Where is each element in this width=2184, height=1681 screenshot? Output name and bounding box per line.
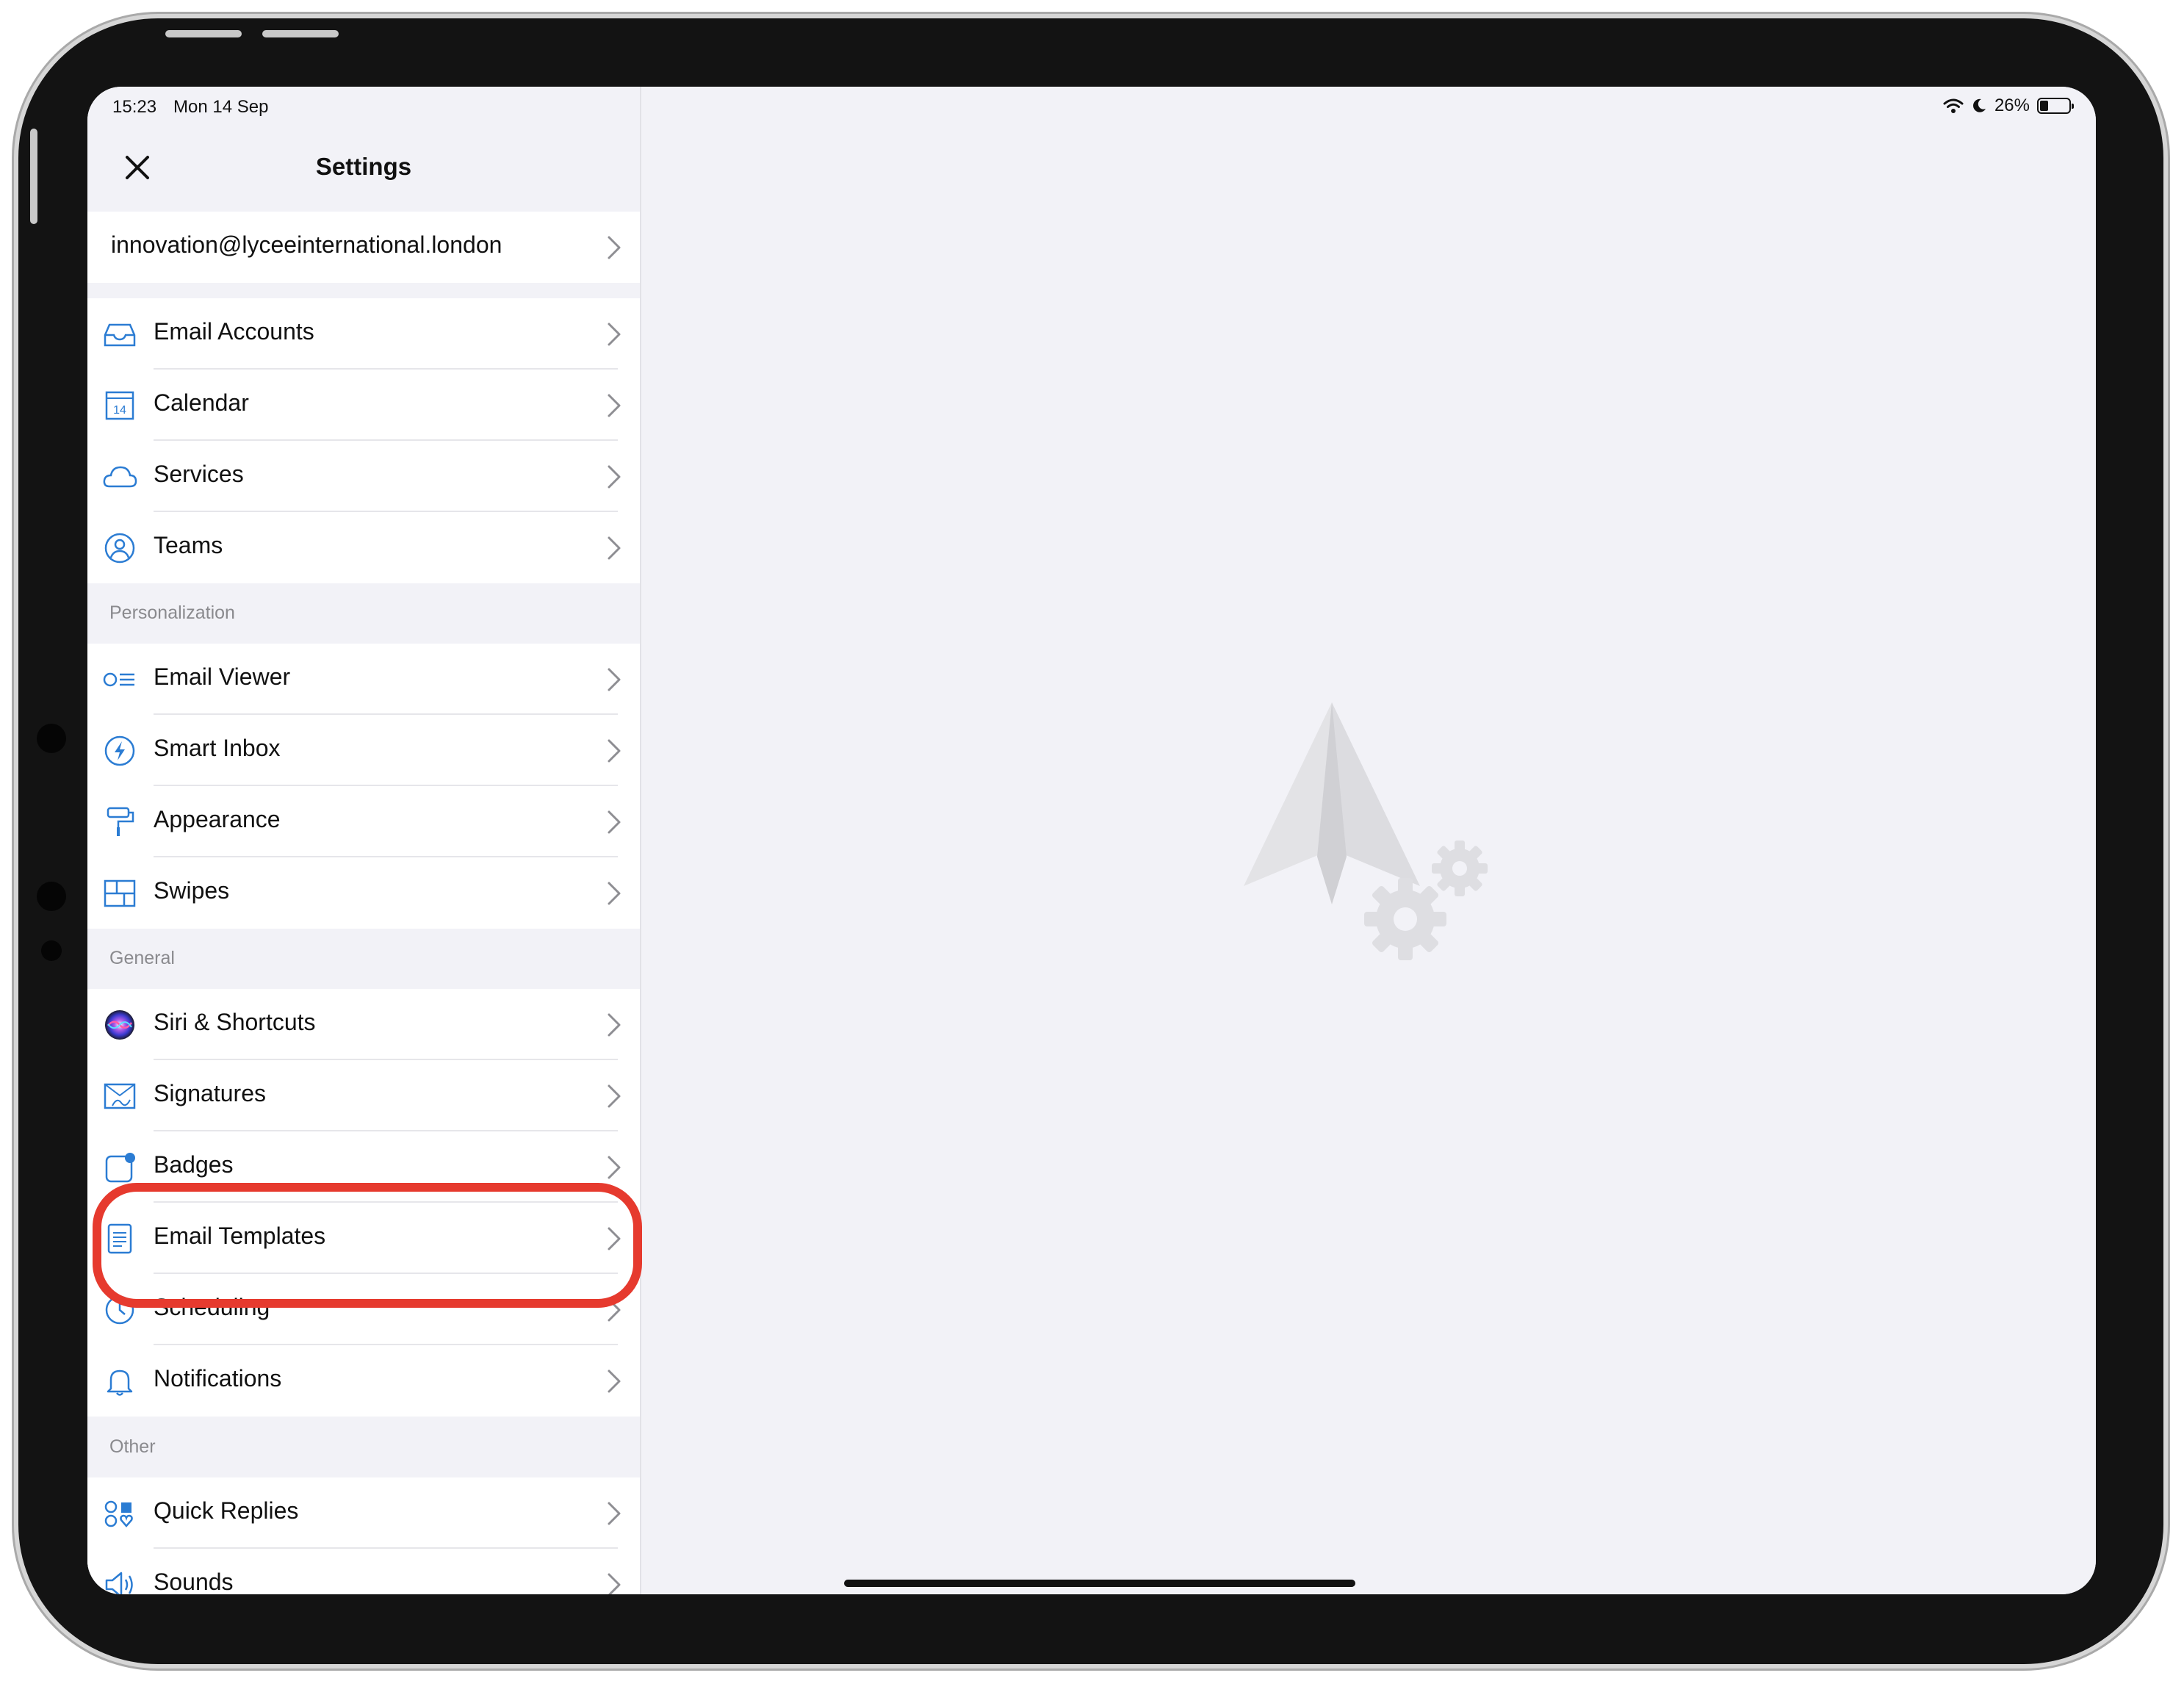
battery-percent: 26% — [1994, 96, 2030, 115]
chevron-right-icon — [608, 236, 621, 259]
settings-row-appearance[interactable]: Appearance — [87, 786, 640, 857]
row-label: Quick Replies — [154, 1497, 299, 1524]
chevron-right-icon — [608, 1369, 621, 1393]
section-header-other: Other — [109, 1436, 156, 1457]
account-email: innovation@lyceeinternational.london — [111, 231, 502, 258]
page-title: Settings — [315, 153, 412, 180]
account-row[interactable]: innovation@lyceeinternational.london — [87, 212, 640, 283]
bolt-icon — [104, 735, 135, 766]
bell-icon — [107, 1369, 133, 1396]
navigation-bar: Settings — [87, 131, 640, 204]
moon-icon — [1973, 98, 1986, 112]
chevron-right-icon — [608, 1013, 621, 1037]
highlight-annotation — [93, 1183, 642, 1308]
person-circle-icon — [104, 533, 135, 564]
camera-dot — [37, 882, 66, 911]
row-label: Swipes — [154, 877, 230, 904]
battery-icon — [2037, 98, 2074, 114]
row-label: Smart Inbox — [154, 735, 281, 761]
home-indicator[interactable] — [844, 1580, 1355, 1587]
chevron-right-icon — [608, 739, 621, 763]
row-label: Email Viewer — [154, 663, 291, 690]
row-label: Appearance — [154, 806, 281, 832]
chevron-right-icon — [608, 1156, 621, 1179]
status-bar: 15:23 Mon 14 Sep 26% — [87, 87, 2096, 131]
chevron-right-icon — [608, 882, 621, 905]
detail-pane — [641, 87, 2096, 1594]
chevron-right-icon — [608, 810, 621, 834]
row-label: Email Accounts — [154, 318, 314, 345]
list-icon — [103, 672, 134, 687]
wifi-icon — [1943, 98, 1964, 113]
settings-row-notifications[interactable]: Notifications — [87, 1345, 640, 1417]
siri-icon — [105, 1010, 134, 1040]
badge-icon — [105, 1153, 135, 1183]
screen: 15:23 Mon 14 Sep 26% Settings innovation… — [87, 87, 2096, 1594]
chevron-right-icon — [608, 394, 621, 417]
chevron-right-icon — [608, 1573, 621, 1594]
chevron-right-icon — [608, 1502, 621, 1525]
section-header-general: General — [109, 948, 175, 968]
chevron-right-icon — [608, 668, 621, 691]
settings-row-quick-replies[interactable]: Quick Replies — [87, 1477, 640, 1549]
row-label: Badges — [154, 1151, 234, 1178]
status-time: 15:23 — [112, 97, 157, 117]
camera-dot — [37, 724, 66, 753]
row-label: Siri & Shortcuts — [154, 1009, 316, 1035]
cloud-icon — [103, 466, 137, 488]
chevron-right-icon — [608, 465, 621, 489]
settings-row-siri-shortcuts[interactable]: Siri & Shortcuts — [87, 989, 640, 1060]
power-button — [30, 129, 37, 224]
row-label: Teams — [154, 532, 223, 558]
settings-row-services[interactable]: Services — [87, 441, 640, 512]
paint-roller-icon — [107, 807, 134, 836]
volume-button — [262, 30, 339, 37]
row-label: Sounds — [154, 1569, 234, 1594]
calendar-icon-day: 14 — [113, 404, 126, 417]
inbox-tray-icon — [104, 323, 136, 347]
swipes-icon — [104, 879, 136, 907]
chevron-right-icon — [608, 536, 621, 560]
row-label: Services — [154, 461, 244, 487]
speaker-icon — [105, 1572, 133, 1594]
row-label: Signatures — [154, 1080, 266, 1106]
settings-row-email-accounts[interactable]: Email Accounts — [87, 298, 640, 370]
row-label: Notifications — [154, 1365, 282, 1392]
paper-plane-gears-icon — [1244, 702, 1488, 960]
volume-button — [165, 30, 242, 37]
row-label: Calendar — [154, 389, 249, 416]
settings-row-swipes[interactable]: Swipes — [87, 857, 640, 929]
settings-sidebar: Settings innovation@lyceeinternational.l… — [87, 87, 641, 1594]
settings-row-sounds[interactable]: Sounds — [87, 1549, 640, 1594]
chevron-right-icon — [608, 323, 621, 346]
calendar-icon: 14 — [105, 391, 134, 420]
quick-replies-icon — [104, 1500, 133, 1527]
chevron-right-icon — [608, 1084, 621, 1108]
settings-row-email-viewer[interactable]: Email Viewer — [87, 644, 640, 715]
signature-icon — [104, 1083, 136, 1109]
settings-row-calendar[interactable]: 14 Calendar — [87, 370, 640, 441]
section-header-personalization: Personalization — [109, 602, 235, 623]
status-date: Mon 14 Sep — [173, 97, 269, 117]
settings-row-teams[interactable]: Teams — [87, 512, 640, 583]
settings-row-signatures[interactable]: Signatures — [87, 1060, 640, 1131]
camera-dot — [41, 940, 62, 961]
settings-row-smart-inbox[interactable]: Smart Inbox — [87, 715, 640, 786]
